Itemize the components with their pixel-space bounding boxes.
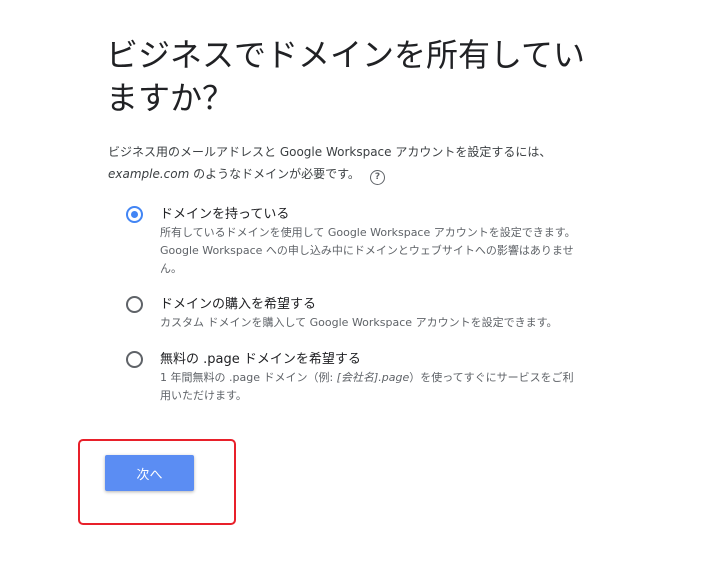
option-description-prefix: 1 年間無料の .page ドメイン（例: <box>160 371 337 384</box>
radio-have-domain[interactable] <box>126 206 143 223</box>
page-description: ビジネス用のメールアドレスと Google Workspace アカウントを設定… <box>108 141 588 185</box>
option-label[interactable]: ドメインを持っている <box>160 206 289 223</box>
radio-buy-domain[interactable] <box>126 296 143 313</box>
option-label[interactable]: 無料の .page ドメインを希望する <box>160 351 361 368</box>
option-description: カスタム ドメインを購入して Google Workspace アカウントを設定… <box>160 316 558 329</box>
option-description: 所有しているドメインを使用して Google Workspace アカウントを設… <box>160 226 576 275</box>
help-circle-icon[interactable]: ? <box>369 170 385 185</box>
option-description: 1 年間無料の .page ドメイン（例: [会社名].page）を使ってすぐに… <box>160 369 580 405</box>
page-title: ビジネスでドメインを所有していますか？ <box>106 36 586 117</box>
option-label[interactable]: ドメインの購入を希望する <box>160 296 316 313</box>
description-line2: のようなドメインが必要です。 <box>189 167 360 181</box>
next-button[interactable]: 次へ <box>105 455 194 491</box>
description-example-domain: example.com <box>108 167 190 181</box>
description-line1: ビジネス用のメールアドレスと Google Workspace アカウントを設定… <box>108 145 552 159</box>
option-description-example: [会社名].page <box>336 371 410 384</box>
domain-ownership-page: ビジネスでドメインを所有していますか？ ビジネス用のメールアドレスと Googl… <box>0 0 704 584</box>
radio-free-page-domain[interactable] <box>126 351 143 368</box>
